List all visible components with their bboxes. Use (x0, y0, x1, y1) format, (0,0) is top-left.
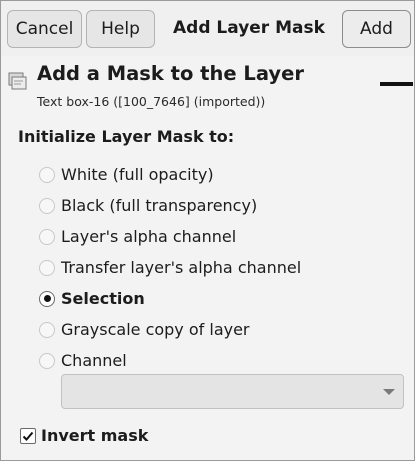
radio-label: Channel (61, 351, 127, 370)
radio-label: Transfer layer's alpha channel (61, 258, 302, 277)
panel-heading: Add a Mask to the Layer (37, 62, 304, 85)
radio-button[interactable] (39, 228, 55, 245)
dialog-body: Add a Mask to the Layer Text box-16 ([10… (1, 56, 414, 460)
radio-button[interactable] (39, 352, 55, 369)
radio-button-selected[interactable] (39, 290, 55, 307)
radio-option-grayscale[interactable]: Grayscale copy of layer (39, 314, 399, 345)
radio-label: Layer's alpha channel (61, 227, 237, 246)
radio-label: Black (full transparency) (61, 196, 258, 215)
panel-menu-dash[interactable] (380, 82, 413, 86)
mask-init-radio-group: White (full opacity) Black (full transpa… (39, 159, 399, 376)
cancel-button[interactable]: Cancel (7, 10, 82, 48)
checkmark-icon (22, 431, 34, 441)
radio-button[interactable] (39, 259, 55, 276)
layer-name: Text box-16 ([100_7646] (imported)) (37, 94, 266, 109)
radio-button[interactable] (39, 197, 55, 214)
channel-select[interactable] (61, 374, 404, 409)
dialog-title: Add Layer Mask (173, 18, 325, 38)
radio-label: White (full opacity) (61, 165, 214, 184)
radio-button[interactable] (39, 166, 55, 183)
radio-option-selection[interactable]: Selection (39, 283, 399, 314)
radio-option-alpha[interactable]: Layer's alpha channel (39, 221, 399, 252)
help-button[interactable]: Help (86, 10, 155, 48)
radio-button[interactable] (39, 321, 55, 338)
dialog-header: Cancel Help Add Layer Mask Add (1, 1, 414, 56)
radio-option-white[interactable]: White (full opacity) (39, 159, 399, 190)
radio-dot (43, 295, 51, 302)
radio-label: Selection (61, 289, 145, 308)
invert-mask-row[interactable]: Invert mask (20, 426, 148, 445)
invert-mask-checkbox[interactable] (20, 427, 36, 444)
radio-option-transfer-alpha[interactable]: Transfer layer's alpha channel (39, 252, 399, 283)
invert-mask-label: Invert mask (41, 426, 149, 445)
init-mask-section-label: Initialize Layer Mask to: (18, 127, 235, 146)
radio-option-black[interactable]: Black (full transparency) (39, 190, 399, 221)
add-layer-mask-dialog: Cancel Help Add Layer Mask Add Add a Mas… (0, 0, 415, 461)
radio-option-channel[interactable]: Channel (39, 345, 399, 376)
chevron-down-icon (383, 389, 395, 395)
layer-mask-icon (8, 72, 27, 90)
radio-label: Grayscale copy of layer (61, 320, 250, 339)
add-button[interactable]: Add (342, 10, 411, 48)
